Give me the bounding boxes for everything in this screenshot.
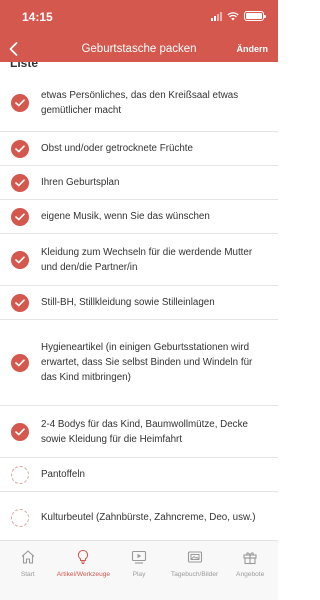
wifi-icon <box>227 11 239 20</box>
gift-icon <box>241 548 259 566</box>
status-bar: 14:15 <box>0 0 278 32</box>
checklist: etwas Persönliches, das den Kreißsaal et… <box>0 74 278 540</box>
list-item-label: Ihren Geburtsplan <box>41 177 120 188</box>
list-item[interactable]: Hygieneartikel (in einigen Geburtsstatio… <box>0 320 278 406</box>
status-icons <box>211 11 266 21</box>
battery-icon <box>244 11 266 21</box>
list-item-label: Hygieneartikel (in einigen Geburtsstatio… <box>41 342 253 383</box>
checkbox[interactable] <box>11 353 29 372</box>
checkbox[interactable] <box>11 139 29 158</box>
tab-start[interactable]: Start <box>0 541 56 600</box>
list-item-label: Pantoffeln <box>41 469 85 480</box>
list-item[interactable]: Obst und/oder getrocknete Früchte <box>0 132 278 166</box>
list-item[interactable]: 2-4 Bodys für das Kind, Baumwollmütze, D… <box>0 406 278 458</box>
list-item[interactable]: Pantoffeln <box>0 458 278 492</box>
list-item-label: etwas Persönliches, das den Kreißsaal et… <box>41 89 239 116</box>
checkmark-icon <box>15 144 25 152</box>
list-item[interactable]: Kleidung zum Wechseln für die werdende M… <box>0 234 278 286</box>
list-item[interactable]: Ihren Geburtsplan <box>0 166 278 200</box>
play-icon <box>130 548 148 566</box>
tab-angebote[interactable]: Angebote <box>222 541 278 600</box>
list-item[interactable]: Still-BH, Stillkleidung sowie Stilleinla… <box>0 286 278 320</box>
section-title: Liste <box>10 62 39 70</box>
checkbox[interactable] <box>11 293 29 312</box>
checkmark-icon <box>15 427 25 435</box>
tab-label: Play <box>132 571 146 578</box>
home-icon <box>19 548 37 566</box>
list-item-label: Kleidung zum Wechseln für die werdende M… <box>41 246 253 273</box>
checkbox[interactable] <box>11 173 29 192</box>
checkbox[interactable] <box>11 508 29 527</box>
status-time: 14:15 <box>22 10 53 24</box>
checkbox[interactable] <box>11 93 29 112</box>
checkbox[interactable] <box>11 465 29 484</box>
checkmark-icon <box>15 178 25 186</box>
checkbox[interactable] <box>11 250 29 269</box>
checkmark-icon <box>15 298 25 306</box>
tab-label: Tagebuch/Bilder <box>170 571 219 578</box>
checkbox[interactable] <box>11 422 29 441</box>
lightbulb-icon <box>74 548 92 566</box>
tab-bar: Start Artikel/Werkzeuge Play Tagebuch/Bi… <box>0 540 278 600</box>
tab-play[interactable]: Play <box>111 541 167 600</box>
photo-album-icon <box>186 548 204 566</box>
list-item[interactable]: Kulturbeutel (Zahnbürste, Zahncreme, Deo… <box>0 492 278 540</box>
checkmark-icon <box>15 255 25 263</box>
checkbox[interactable] <box>11 207 29 226</box>
list-item-label: Still-BH, Stillkleidung sowie Stilleinla… <box>41 297 215 308</box>
checkmark-icon <box>15 98 25 106</box>
tab-tagebuch-bilder[interactable]: Tagebuch/Bilder <box>167 541 223 600</box>
checkmark-icon <box>15 358 25 366</box>
list-item-label: Obst und/oder getrocknete Früchte <box>41 143 193 154</box>
edit-button[interactable]: Ändern <box>237 44 269 54</box>
tab-label: Start <box>20 571 35 578</box>
tab-artikel-werkzeuge[interactable]: Artikel/Werkzeuge <box>56 541 112 600</box>
checklist-content[interactable]: Liste etwas Persönliches, das den Kreißs… <box>0 62 278 540</box>
cellular-signal-icon <box>211 11 222 21</box>
checkmark-icon <box>15 212 25 220</box>
list-item-label: Kulturbeutel (Zahnbürste, Zahncreme, Deo… <box>41 512 256 523</box>
list-item[interactable]: eigene Musik, wenn Sie das wünschen <box>0 200 278 234</box>
list-item[interactable]: etwas Persönliches, das den Kreißsaal et… <box>0 74 278 132</box>
app-header: 14:15 Geburtstasche packen Ändern <box>0 0 278 62</box>
tab-label: Artikel/Werkzeuge <box>56 571 111 578</box>
list-item-label: eigene Musik, wenn Sie das wünschen <box>41 211 210 222</box>
navigation-bar: Geburtstasche packen Ändern <box>0 38 278 62</box>
tab-label: Angebote <box>236 571 265 578</box>
list-item-label: 2-4 Bodys für das Kind, Baumwollmütze, D… <box>41 418 248 445</box>
